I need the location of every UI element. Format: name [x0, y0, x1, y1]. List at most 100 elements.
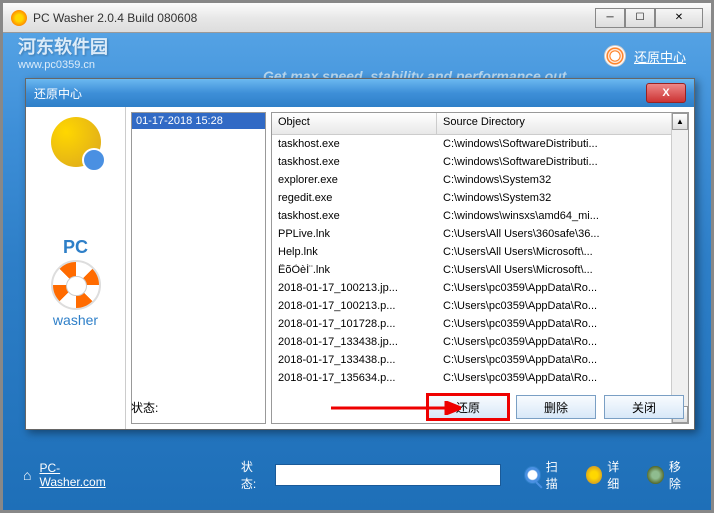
detail-button[interactable]: 详细: [586, 458, 630, 492]
pc-washer-logo: PC washer: [51, 237, 101, 328]
vertical-scrollbar[interactable]: ▲ ▼: [671, 113, 688, 423]
lifering-icon: [604, 45, 626, 67]
table-row[interactable]: taskhost.exeC:\windows\winsxs\amd64_mi..…: [272, 207, 688, 225]
dialog-body: PC washer 01-17-2018 15:28 Object Source…: [26, 107, 694, 429]
cell-source: C:\windows\System32: [437, 174, 688, 186]
dialog-sidebar: PC washer: [26, 107, 126, 429]
remove-label: 移除: [669, 458, 691, 492]
table-row[interactable]: explorer.exeC:\windows\System32: [272, 171, 688, 189]
table-row[interactable]: 2018-01-17_100213.jp...C:\Users\pc0359\A…: [272, 279, 688, 297]
scan-label: 扫描: [546, 458, 568, 492]
website-link[interactable]: PC-Washer.com: [39, 461, 120, 489]
cell-source: C:\Users\All Users\360safe\36...: [437, 228, 688, 240]
table-row[interactable]: 2018-01-17_100213.p...C:\Users\pc0359\Ap…: [272, 297, 688, 315]
col-source[interactable]: Source Directory: [437, 113, 688, 134]
home-icon: ⌂: [23, 467, 31, 483]
remove-button[interactable]: 移除: [647, 458, 691, 492]
status-box: [275, 464, 501, 486]
arrow-annotation: [331, 401, 461, 415]
table-row[interactable]: taskhost.exeC:\windows\SoftwareDistribut…: [272, 153, 688, 171]
table-row[interactable]: 2018-01-17_101728.p...C:\Users\pc0359\Ap…: [272, 315, 688, 333]
cell-object: PPLive.lnk: [272, 228, 437, 240]
cell-object: 2018-01-17_100213.jp...: [272, 282, 437, 294]
window-controls: ─ ☐ ✕: [595, 8, 703, 28]
outer-titlebar[interactable]: PC Washer 2.0.4 Build 080608 ─ ☐ ✕: [3, 3, 711, 33]
table-body[interactable]: taskhost.exeC:\windows\SoftwareDistribut…: [272, 135, 688, 423]
watermark-url: www.pc0359.cn: [18, 59, 108, 71]
watermark: 河东软件园 www.pc0359.cn: [18, 33, 108, 71]
delete-button[interactable]: 删除: [516, 395, 596, 419]
bottom-status: 状态: 扫描 详细 移除: [241, 458, 691, 492]
cell-object: taskhost.exe: [272, 156, 437, 168]
dialog-title: 还原中心: [34, 85, 646, 102]
trash-icon: [647, 466, 664, 484]
restore-point-list[interactable]: 01-17-2018 15:28: [131, 112, 266, 424]
cell-object: Help.lnk: [272, 246, 437, 258]
table-row[interactable]: taskhost.exeC:\windows\SoftwareDistribut…: [272, 135, 688, 153]
file-table: Object Source Directory taskhost.exeC:\w…: [271, 112, 689, 424]
restore-dialog: 还原中心 X PC washer 01-17-2018 15:28 Object: [25, 78, 695, 430]
dialog-bottom-bar: 状态: 还原 删除 关闭: [131, 393, 684, 421]
cell-source: C:\Users\All Users\Microsoft\...: [437, 264, 688, 276]
lifering-big-icon: [51, 260, 101, 310]
scan-button[interactable]: 扫描: [524, 458, 568, 492]
window-title: PC Washer 2.0.4 Build 080608: [33, 11, 595, 25]
cell-object: ÊõÒèÍ¨.lnk: [272, 264, 437, 276]
close-button[interactable]: ✕: [655, 8, 703, 28]
bottom-actions: 扫描 详细 移除: [524, 458, 691, 492]
cell-source: C:\Users\pc0359\AppData\Ro...: [437, 336, 688, 348]
file-table-wrap: Object Source Directory taskhost.exeC:\w…: [271, 112, 689, 424]
magnifier-icon: [524, 466, 541, 484]
header-right: 还原中心: [604, 45, 686, 67]
cell-object: 2018-01-17_133438.p...: [272, 354, 437, 366]
table-row[interactable]: PPLive.lnkC:\Users\All Users\360safe\36.…: [272, 225, 688, 243]
cell-source: C:\Users\pc0359\AppData\Ro...: [437, 354, 688, 366]
cell-object: taskhost.exe: [272, 210, 437, 222]
table-header: Object Source Directory: [272, 113, 688, 135]
close-dialog-button[interactable]: 关闭: [604, 395, 684, 419]
cell-source: C:\Users\pc0359\AppData\Ro...: [437, 372, 688, 384]
cell-object: 2018-01-17_133438.jp...: [272, 336, 437, 348]
cell-source: C:\windows\SoftwareDistributi...: [437, 156, 688, 168]
table-row[interactable]: regedit.exeC:\windows\System32: [272, 189, 688, 207]
cell-source: C:\windows\System32: [437, 192, 688, 204]
dialog-buttons: 还原 删除 关闭: [428, 395, 684, 419]
cell-source: C:\Users\pc0359\AppData\Ro...: [437, 282, 688, 294]
dialog-titlebar[interactable]: 还原中心 X: [26, 79, 694, 107]
cell-object: 2018-01-17_100213.p...: [272, 300, 437, 312]
col-object[interactable]: Object: [272, 113, 437, 134]
cell-source: C:\Users\pc0359\AppData\Ro...: [437, 318, 688, 330]
maximize-button[interactable]: ☐: [625, 8, 655, 28]
outer-bottom-bar: ⌂ PC-Washer.com 状态: 扫描 详细 移除: [23, 450, 691, 500]
detail-icon: [586, 466, 603, 484]
cell-object: regedit.exe: [272, 192, 437, 204]
detail-label: 详细: [607, 458, 629, 492]
restore-point-item[interactable]: 01-17-2018 15:28: [132, 113, 265, 129]
cell-object: 2018-01-17_101728.p...: [272, 318, 437, 330]
scroll-up-button[interactable]: ▲: [672, 113, 688, 130]
cell-object: taskhost.exe: [272, 138, 437, 150]
cell-object: explorer.exe: [272, 174, 437, 186]
table-row[interactable]: 2018-01-17_133438.p...C:\Users\pc0359\Ap…: [272, 351, 688, 369]
watermark-title: 河东软件园: [18, 33, 108, 59]
table-row[interactable]: ÊõÒèÍ¨.lnkC:\Users\All Users\Microsoft\.…: [272, 261, 688, 279]
cell-source: C:\windows\SoftwareDistributi...: [437, 138, 688, 150]
dialog-status-label: 状态:: [131, 399, 158, 416]
cell-object: 2018-01-17_135634.p...: [272, 372, 437, 384]
table-row[interactable]: 2018-01-17_133438.jp...C:\Users\pc0359\A…: [272, 333, 688, 351]
bottom-left: ⌂ PC-Washer.com: [23, 461, 121, 489]
logo-washer: washer: [51, 312, 101, 328]
dialog-close-button[interactable]: X: [646, 83, 686, 103]
table-row[interactable]: 2018-01-17_135634.p...C:\Users\pc0359\Ap…: [272, 369, 688, 387]
restore-center-link[interactable]: 还原中心: [634, 47, 686, 66]
broom-icon: [51, 117, 101, 167]
cell-source: C:\Users\All Users\Microsoft\...: [437, 246, 688, 258]
cell-source: C:\Users\pc0359\AppData\Ro...: [437, 300, 688, 312]
table-row[interactable]: Help.lnkC:\Users\All Users\Microsoft\...: [272, 243, 688, 261]
minimize-button[interactable]: ─: [595, 8, 625, 28]
outer-status-label: 状态:: [241, 458, 267, 492]
app-icon: [11, 10, 27, 26]
cell-source: C:\windows\winsxs\amd64_mi...: [437, 210, 688, 222]
logo-pc: PC: [51, 237, 101, 258]
main-window: PC Washer 2.0.4 Build 080608 ─ ☐ ✕ 河东软件园…: [0, 0, 714, 513]
